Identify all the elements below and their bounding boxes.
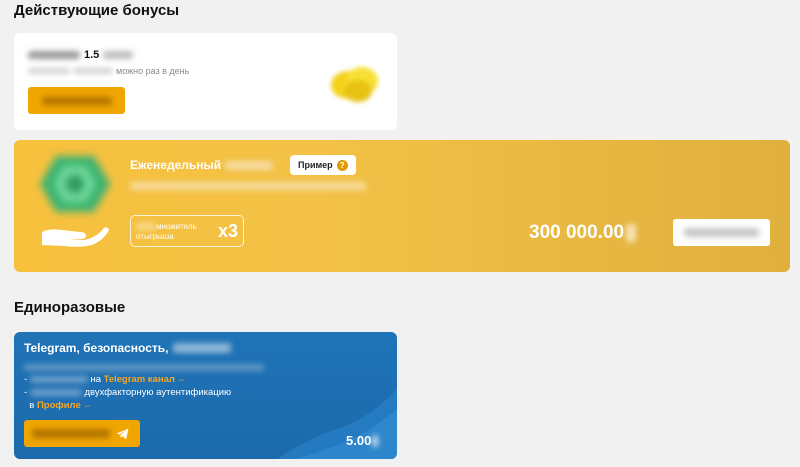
example-badge-label: Пример [298,160,333,170]
blurred-text [29,388,82,396]
telegram-bonus-title-text: Telegram, безопасность, [24,341,169,355]
daily-bonus-card: 1.5 можно раз в день [14,33,397,130]
blurred-button-label [32,429,110,438]
active-bonuses-title: Действующие бонусы [14,2,180,19]
weekly-bonus-title: Еженедельный [130,158,274,172]
wager-multiplier-label: множитель отыгрыша [136,222,206,242]
telegram-bonus-card: Telegram, безопасность, - на Telegram ка… [14,332,397,459]
daily-bonus-value: 1.5 [84,49,100,61]
telegram-bonus-description [24,364,264,371]
blurred-text [73,68,113,74]
blurred-text [28,68,70,74]
condition-text: двухфакторную аутентификацию [84,387,232,398]
example-badge[interactable]: Пример ? [290,155,356,175]
condition-prefix: в [29,400,35,411]
weekly-bonus-amount-value: 300 000.00 [529,222,625,243]
wager-multiplier-box: множитель отыгрыша x3 [130,215,244,247]
weekly-bonus-description [130,182,366,190]
telegram-bonus-amount-value: 5.00 [346,433,372,448]
weekly-bonus-amount: 300 000.00 [529,222,637,244]
multiplier-label-line1: множитель [156,222,197,231]
wager-multiplier-value: x3 [217,221,238,241]
condition-item-2fa: - двухфакторную аутентификацию [24,387,232,398]
telegram-channel-link[interactable]: Telegram канал [104,374,175,385]
blurred-button-label [684,228,759,237]
condition-item-profile: в Профиле ⇔ [24,399,231,412]
blurred-text [136,223,156,231]
daily-bonus-description: можно раз в день [28,66,189,76]
blurred-currency [372,434,379,447]
blurred-text [172,343,231,353]
question-icon: ? [336,159,348,171]
gem-icon [40,156,110,212]
blurred-text [103,51,134,59]
blurred-button-label [41,96,112,105]
wave-decoration [277,389,397,459]
onetime-bonuses-title: Единоразовые [14,299,126,316]
weekly-bonus-card: Еженедельный Пример ? множитель отыгрыша… [14,140,790,272]
weekly-bonus-title-text: Еженедельный [130,158,222,172]
condition-prefix: на [90,374,101,385]
telegram-bonus-button[interactable] [24,420,140,447]
daily-bonus-title: 1.5 [28,49,134,61]
coins-icon [331,67,378,102]
multiplier-label-line2: отыгрыша [136,232,174,241]
claim-weekly-bonus-button[interactable] [673,219,770,246]
external-link-icon: ⇔ [177,375,186,384]
external-link-icon: ⇔ [83,401,92,410]
telegram-bonus-conditions: - на Telegram канал ⇔ - двухфакторную ау… [24,373,231,412]
telegram-bonus-amount: 5.00 [346,433,379,448]
telegram-bonus-title: Telegram, безопасность, [24,341,231,355]
blurred-text [29,375,88,383]
profile-link[interactable]: Профиле [37,400,81,411]
blurred-currency [626,224,637,242]
daily-bonus-description-text: можно раз в день [116,66,190,76]
blurred-text [225,160,274,170]
claim-daily-bonus-button[interactable] [28,87,125,114]
telegram-send-icon [116,428,129,439]
condition-item-telegram: - на Telegram канал ⇔ [24,374,186,385]
hand-icon [42,227,109,247]
blurred-text [28,51,80,59]
